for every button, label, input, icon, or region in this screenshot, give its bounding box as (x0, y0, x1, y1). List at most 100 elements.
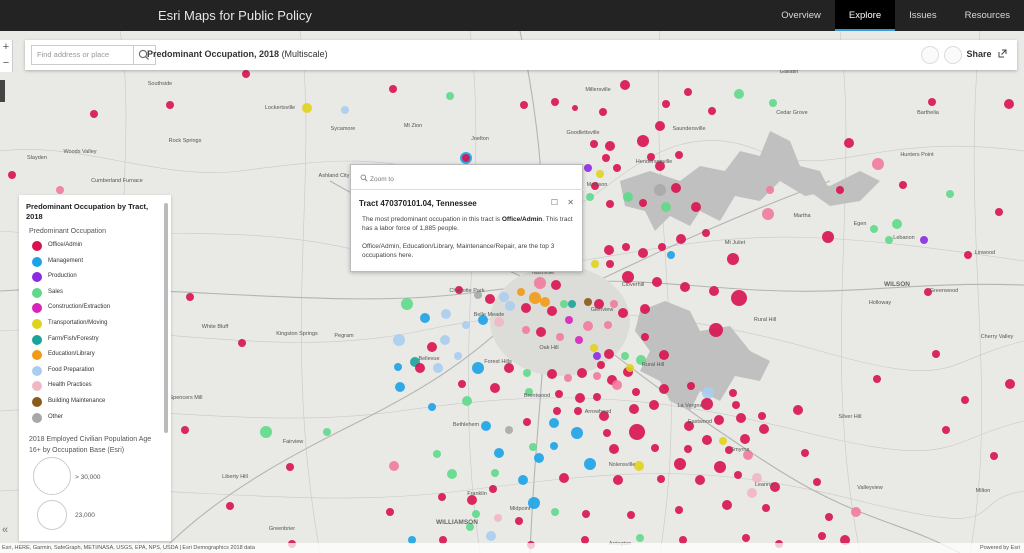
tract-circle[interactable] (486, 531, 496, 541)
tract-circle[interactable] (517, 288, 525, 296)
tract-circle[interactable] (638, 248, 648, 258)
tract-circle[interactable] (420, 313, 430, 323)
tract-circle[interactable] (462, 396, 472, 406)
tract-circle[interactable] (851, 507, 861, 517)
tract-circle[interactable] (676, 234, 686, 244)
tract-circle[interactable] (885, 236, 893, 244)
tract-circle[interactable] (389, 85, 397, 93)
tract-circle[interactable] (521, 303, 531, 313)
tract-circle[interactable] (547, 369, 557, 379)
tract-circle[interactable] (166, 101, 174, 109)
tract-circle[interactable] (386, 508, 394, 516)
tract-circle[interactable] (709, 323, 723, 337)
tract-circle[interactable] (719, 437, 727, 445)
tract-circle[interactable] (649, 400, 659, 410)
tract-circle[interactable] (872, 158, 884, 170)
tract-circle[interactable] (793, 405, 803, 415)
tract-circle[interactable] (286, 463, 294, 471)
tract-circle[interactable] (491, 469, 499, 477)
legend-scrollbar[interactable] (164, 203, 168, 433)
tract-circle[interactable] (731, 290, 747, 306)
tract-circle[interactable] (242, 70, 250, 78)
tract-circle[interactable] (505, 301, 515, 311)
tract-circle[interactable] (462, 154, 470, 162)
tract-circle[interactable] (667, 251, 675, 259)
tract-circle[interactable] (740, 434, 750, 444)
tract-circle[interactable] (822, 231, 834, 243)
previous-map-button[interactable] (921, 46, 939, 64)
tract-circle[interactable] (702, 435, 712, 445)
tract-circle[interactable] (714, 461, 726, 473)
tract-circle[interactable] (661, 202, 671, 212)
tract-circle[interactable] (550, 442, 558, 450)
tract-circle[interactable] (605, 141, 615, 151)
tract-circle[interactable] (961, 396, 969, 404)
tract-circle[interactable] (447, 469, 457, 479)
tract-circle[interactable] (691, 202, 701, 212)
tract-circle[interactable] (593, 352, 601, 360)
tract-circle[interactable] (637, 135, 649, 147)
tract-circle[interactable] (942, 426, 950, 434)
tract-circle[interactable] (551, 280, 561, 290)
tract-circle[interactable] (659, 384, 669, 394)
tract-circle[interactable] (675, 506, 683, 514)
tract-circle[interactable] (472, 510, 480, 518)
tract-circle[interactable] (260, 426, 272, 438)
tract-circle[interactable] (553, 407, 561, 415)
tract-circle[interactable] (762, 504, 770, 512)
tract-circle[interactable] (341, 106, 349, 114)
dock-icon[interactable]: ☐ (551, 198, 558, 207)
tract-circle[interactable] (56, 186, 64, 194)
tract-circle[interactable] (555, 390, 563, 398)
tract-circle[interactable] (727, 253, 739, 265)
tract-circle[interactable] (575, 393, 585, 403)
tract-circle[interactable] (651, 444, 659, 452)
tract-circle[interactable] (613, 475, 623, 485)
tract-circle[interactable] (584, 458, 596, 470)
tract-circle[interactable] (596, 170, 604, 178)
tract-circle[interactable] (520, 101, 528, 109)
tract-circle[interactable] (599, 108, 607, 116)
next-map-button[interactable] (944, 46, 962, 64)
tract-circle[interactable] (586, 193, 594, 201)
tract-circle[interactable] (494, 514, 502, 522)
powered-by[interactable]: Powered by Esri (980, 543, 1020, 553)
tract-circle[interactable] (485, 294, 495, 304)
tract-circle[interactable] (604, 349, 614, 359)
tract-circle[interactable] (515, 517, 523, 525)
tract-circle[interactable] (734, 89, 744, 99)
tract-circle[interactable] (766, 186, 774, 194)
tract-circle[interactable] (602, 154, 610, 162)
tract-circle[interactable] (584, 164, 592, 172)
nav-resources[interactable]: Resources (951, 0, 1024, 31)
tract-circle[interactable] (494, 448, 504, 458)
tract-circle[interactable] (564, 374, 572, 382)
tract-circle[interactable] (621, 352, 629, 360)
tract-circle[interactable] (395, 382, 405, 392)
tract-circle[interactable] (438, 493, 446, 501)
tract-circle[interactable] (613, 164, 621, 172)
tract-circle[interactable] (454, 352, 462, 360)
tract-circle[interactable] (458, 380, 466, 388)
zoom-to-link[interactable]: Zoom to (360, 174, 394, 183)
tract-circle[interactable] (662, 100, 670, 108)
tract-circle[interactable] (687, 382, 695, 390)
tract-circle[interactable] (568, 300, 576, 308)
tract-circle[interactable] (389, 461, 399, 471)
tract-circle[interactable] (489, 485, 497, 493)
tract-circle[interactable] (671, 183, 681, 193)
tract-circle[interactable] (932, 350, 940, 358)
tract-circle[interactable] (393, 334, 405, 346)
tract-circle[interactable] (606, 260, 614, 268)
tract-circle[interactable] (302, 103, 312, 113)
tract-circle[interactable] (695, 475, 705, 485)
tract-circle[interactable] (964, 251, 972, 259)
collapse-legend-icon[interactable]: « (2, 524, 8, 536)
tract-circle[interactable] (394, 363, 402, 371)
tract-circle[interactable] (481, 421, 491, 431)
tract-circle[interactable] (1005, 379, 1015, 389)
tract-circle[interactable] (536, 327, 546, 337)
tract-circle[interactable] (226, 502, 234, 510)
tract-circle[interactable] (873, 375, 881, 383)
tract-circle[interactable] (499, 292, 509, 302)
